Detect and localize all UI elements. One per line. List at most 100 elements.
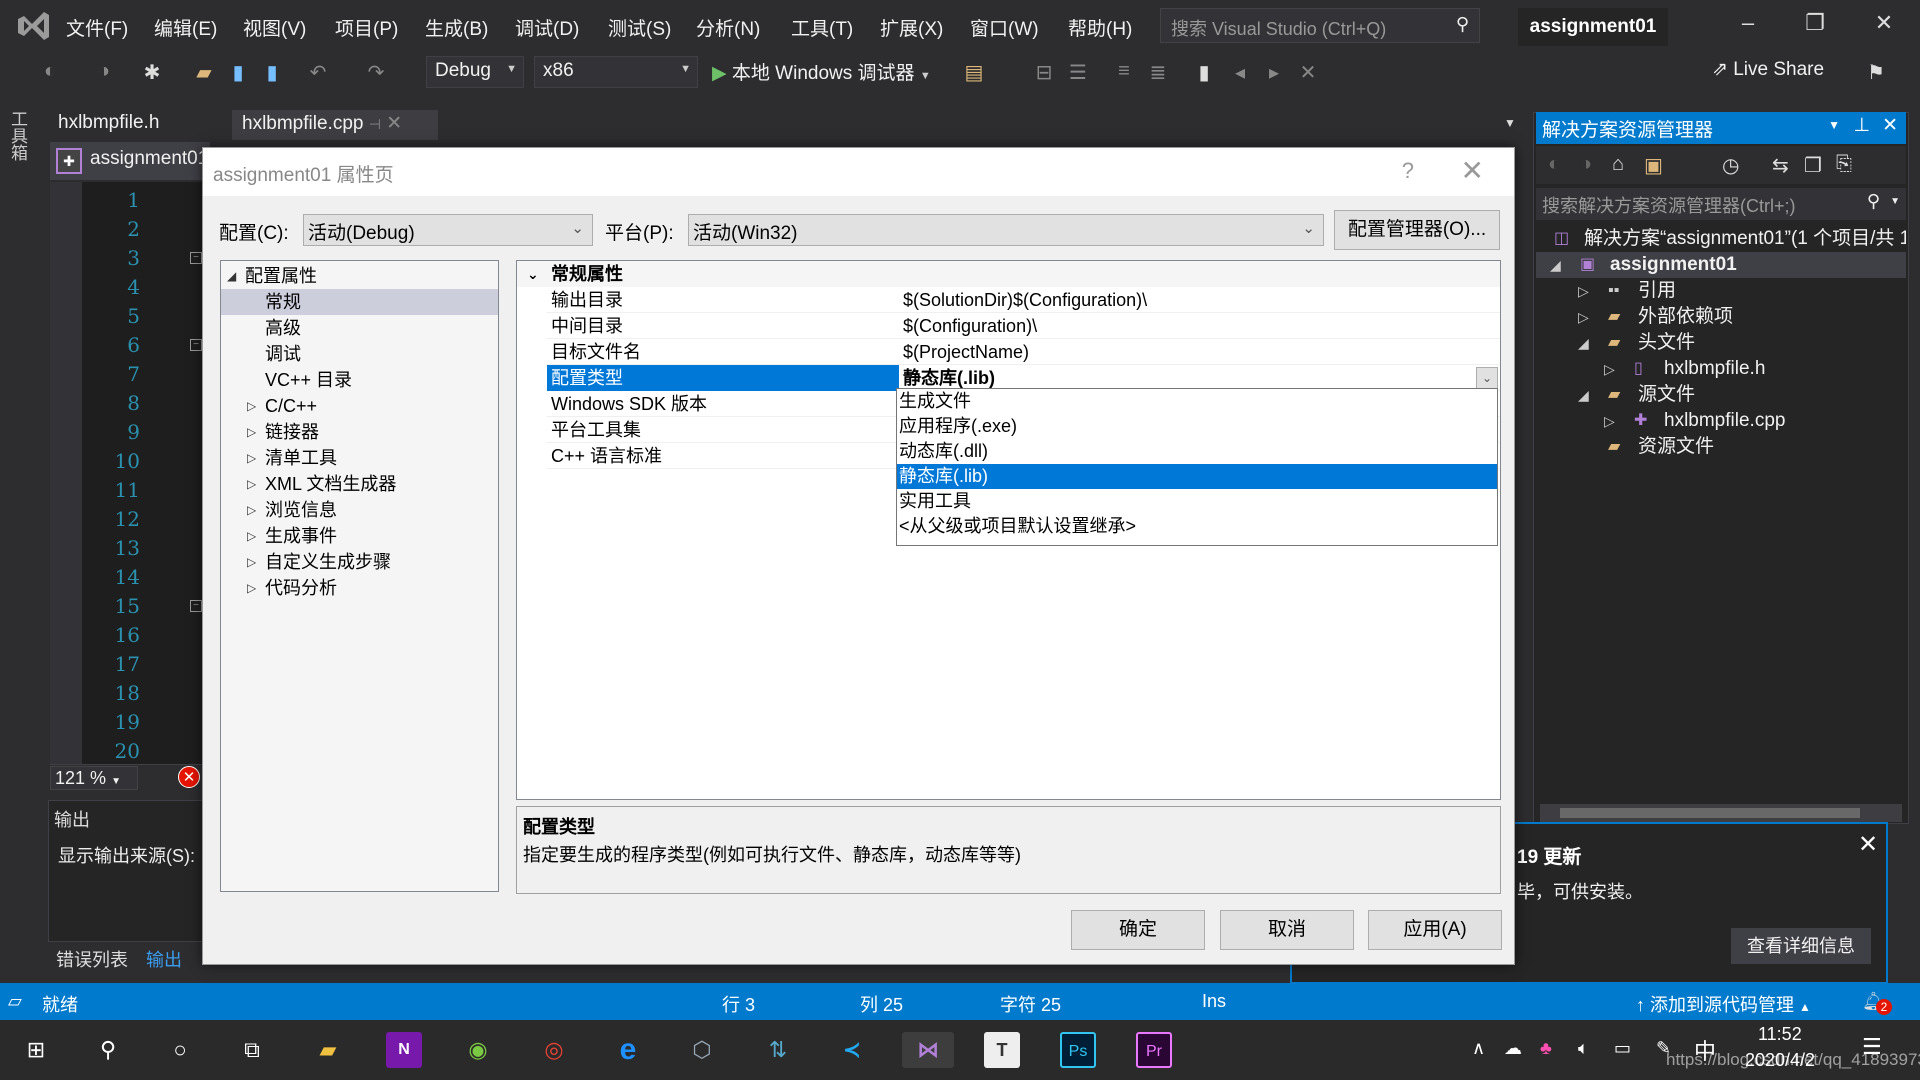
group-header[interactable]: ⌄ 常规属性 (517, 261, 1500, 287)
config-select[interactable]: 活动(Debug) ⌄ (303, 214, 593, 246)
dropdown-option[interactable]: 动态库(.dll) (897, 439, 1497, 464)
tree-resource-files[interactable]: ▰ 资源文件 (1536, 434, 1906, 460)
toolbox-tab[interactable]: 工具箱 (8, 110, 30, 161)
tree-references[interactable]: ▷ ▪▪ 引用 (1536, 278, 1906, 304)
restore-icon[interactable]: ❐ (1795, 10, 1835, 36)
apply-button[interactable]: 应用(A) (1368, 910, 1502, 950)
menu-file[interactable]: 文件(F) (66, 14, 128, 41)
undo-icon[interactable]: ↶ (306, 60, 330, 85)
dropdown-option[interactable]: 静态库(.lib) (897, 464, 1497, 489)
dialog-close-button[interactable]: ✕ (1461, 154, 1484, 187)
menu-debug[interactable]: 调试(D) (515, 14, 579, 41)
cortana-icon[interactable]: ○ (162, 1032, 198, 1068)
tab-hxlbmpfile-cpp[interactable]: hxlbmpfile.cpp ⊣ ✕ (232, 110, 438, 140)
property-row[interactable]: 中间目录 $(Configuration)\ (547, 313, 1500, 339)
tree-header-files[interactable]: ◢ ▰ 头文件 (1536, 330, 1906, 356)
live-share-button[interactable]: ⇗ Live Share (1712, 58, 1824, 81)
home-icon[interactable]: ⌂ (1612, 153, 1624, 176)
next-bookmark-icon[interactable]: ▸ (1262, 60, 1286, 85)
clock-time[interactable]: 11:52 (1758, 1024, 1802, 1045)
platform-select[interactable]: x86 ▼ (534, 56, 698, 88)
clear-bookmarks-icon[interactable]: ✕ (1296, 60, 1320, 85)
menu-view[interactable]: 视图(V) (243, 14, 306, 41)
view-details-button[interactable]: 查看详细信息 (1731, 928, 1871, 964)
tree-item[interactable]: 高级 (221, 315, 498, 341)
collapse-all-icon[interactable]: ❐ (1804, 153, 1822, 178)
typora-icon[interactable]: T (984, 1032, 1020, 1068)
start-debugging-button[interactable]: ▶ 本地 Windows 调试器 ▼ (712, 58, 931, 85)
premiere-icon[interactable]: Pr (1136, 1032, 1172, 1068)
new-project-icon[interactable]: ✱ (140, 60, 164, 85)
open-file-icon[interactable]: ▰ (192, 60, 216, 85)
tree-external-deps[interactable]: ▷ ▰ 外部依赖项 (1536, 304, 1906, 330)
menu-analyze[interactable]: 分析(N) (696, 14, 760, 41)
find-in-files-icon[interactable]: ▤ (962, 60, 986, 85)
notification-close-icon[interactable]: ✕ (1858, 830, 1878, 859)
tree-item[interactable]: ▷ 代码分析 (221, 575, 498, 601)
windows-start-icon[interactable]: ⊞ (18, 1032, 54, 1068)
tree-solution[interactable]: ◫ 解决方案“assignment01”(1 个项目/共 1 (1536, 226, 1906, 252)
virtualbox-icon[interactable]: ⬡ (684, 1032, 720, 1068)
prev-bookmark-icon[interactable]: ◂ (1228, 60, 1252, 85)
property-row[interactable]: 输出目录 $(SolutionDir)$(Configuration)\ (547, 287, 1500, 313)
cancel-button[interactable]: 取消 (1220, 910, 1354, 950)
network-app-icon[interactable]: ◉ (460, 1032, 496, 1068)
switch-views-icon[interactable]: ▣ (1644, 153, 1663, 178)
close-window-icon[interactable]: ✕ (1864, 10, 1904, 36)
edge-icon[interactable]: e (610, 1032, 646, 1068)
help-button[interactable]: ? (1402, 158, 1414, 184)
property-value[interactable]: $(SolutionDir)$(Configuration)\ (899, 287, 1500, 313)
bookmark-icon[interactable]: ▮ (1192, 60, 1216, 85)
chrome-icon[interactable]: ◎ (536, 1032, 572, 1068)
menu-test[interactable]: 测试(S) (608, 14, 671, 41)
uncomment-icon[interactable]: ≣ (1146, 60, 1170, 85)
back-icon[interactable]: ◐ (1548, 153, 1560, 176)
status-insert-mode[interactable]: Ins (1202, 991, 1226, 1012)
qq-icon[interactable]: ♣ (1540, 1038, 1552, 1059)
sync-icon[interactable]: ⇆ (1772, 153, 1789, 178)
tab-error-list[interactable]: 错误列表 (56, 946, 128, 972)
show-all-files-icon[interactable]: ⎘ (1836, 153, 1852, 176)
menu-help[interactable]: 帮助(H) (1068, 14, 1132, 41)
menu-build[interactable]: 生成(B) (425, 14, 488, 41)
photoshop-icon[interactable]: Ps (1060, 1032, 1096, 1068)
volume-icon[interactable]: 🔈︎ (1578, 1038, 1589, 1059)
collapse-region-icon[interactable]: − (190, 339, 202, 351)
visual-studio-icon[interactable]: ⋈ (902, 1032, 954, 1068)
redo-icon[interactable]: ↷ (364, 60, 388, 85)
tree-item[interactable]: 常规 (221, 289, 498, 315)
tab-hxlbmpfile-h[interactable]: hxlbmpfile.h (48, 110, 230, 140)
property-row[interactable]: 目标文件名 $(ProjectName) (547, 339, 1500, 365)
dropdown-option[interactable]: <从父级或项目默认设置继承> (897, 514, 1497, 539)
menu-extensions[interactable]: 扩展(X) (880, 14, 943, 41)
menu-edit[interactable]: 编辑(E) (154, 14, 217, 41)
search-input[interactable]: 搜索 Visual Studio (Ctrl+Q) ⚲ (1160, 8, 1480, 43)
taskbar-search-icon[interactable]: ⚲ (90, 1032, 126, 1068)
battery-icon[interactable]: ▭ (1614, 1038, 1631, 1059)
tree-file-h[interactable]: ▷ ▯ hxlbmpfile.h (1536, 356, 1906, 382)
save-all-icon[interactable]: ▮ (260, 60, 284, 85)
onedrive-icon[interactable]: ☁ (1504, 1038, 1522, 1059)
platform-select[interactable]: 活动(Win32) ⌄ (688, 214, 1324, 246)
tree-item[interactable]: ▷ 生成事件 (221, 523, 498, 549)
task-view-icon[interactable]: ⧉ (234, 1032, 270, 1068)
vscode-icon[interactable]: ≺ (834, 1032, 870, 1068)
tree-file-cpp[interactable]: ▷ ✚ hxlbmpfile.cpp (1536, 408, 1906, 434)
network-connection-icon[interactable]: ⇅ (760, 1032, 796, 1068)
tab-output[interactable]: 输出 (146, 946, 182, 972)
tree-item[interactable]: ▷ 链接器 (221, 419, 498, 445)
tree-item[interactable]: ▷ 浏览信息 (221, 497, 498, 523)
configuration-select[interactable]: Debug ▼ (426, 56, 524, 88)
onenote-icon[interactable]: N (386, 1032, 422, 1068)
solution-search-input[interactable]: 搜索解决方案资源管理器(Ctrl+;) ⚲ ▼ (1536, 188, 1906, 220)
add-to-source-control-button[interactable]: ↑ 添加到源代码管理 ▲ (1636, 991, 1811, 1017)
back-icon[interactable]: ◐ (38, 60, 62, 83)
tree-project[interactable]: ◢ ▣ assignment01 (1536, 252, 1906, 278)
chevron-down-icon[interactable]: ▼ (1890, 196, 1900, 207)
config-manager-button[interactable]: 配置管理器(O)... (1334, 210, 1500, 250)
ok-button[interactable]: 确定 (1071, 910, 1205, 950)
file-explorer-icon[interactable]: ▰ (310, 1032, 346, 1068)
dropdown-option[interactable]: 实用工具 (897, 489, 1497, 514)
collapse-region-icon[interactable]: − (190, 252, 202, 264)
comment-icon[interactable]: ≡ (1112, 60, 1136, 83)
